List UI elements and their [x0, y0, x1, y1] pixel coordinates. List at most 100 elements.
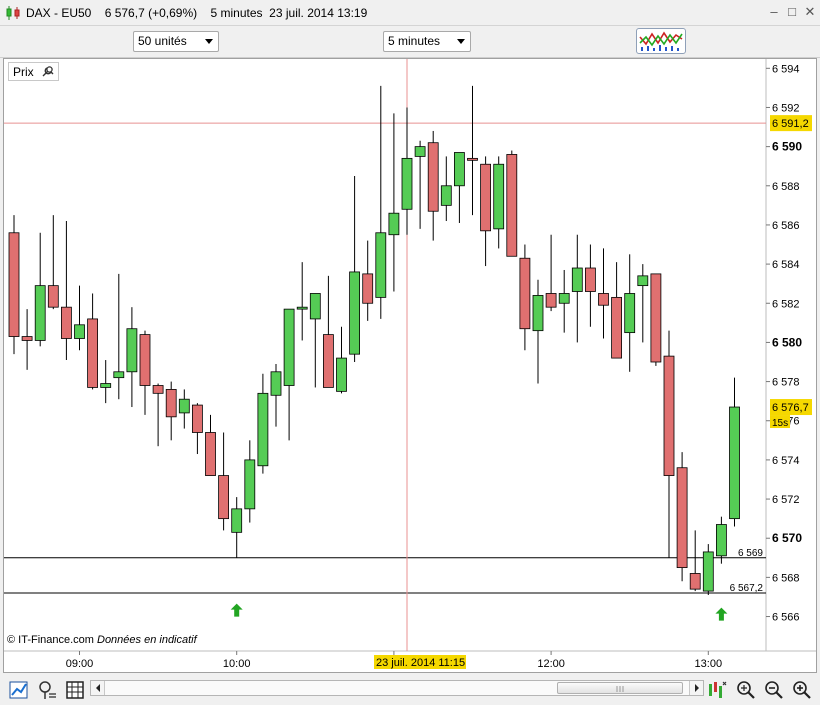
units-select-value: 50 unités: [138, 34, 187, 48]
interval-select[interactable]: 5 minutes: [383, 31, 471, 52]
candle-down[interactable]: [427, 142, 439, 212]
x-tick-label: 12:00: [537, 658, 565, 670]
indicators-button[interactable]: [636, 28, 686, 54]
candle-up[interactable]: [244, 459, 256, 510]
minimize-icon[interactable]: –: [766, 4, 782, 20]
candle-up[interactable]: [74, 324, 85, 339]
price-chart-panel[interactable]: 6 594 6 592 6 590 6 588 6 586 6 584 6 582 6 580…: [3, 58, 817, 673]
interval-label: 5 minutes: [210, 6, 263, 20]
candle-up[interactable]: [388, 212, 400, 236]
toolbar: 50 unités 5 minutes: [0, 26, 820, 58]
candle-up[interactable]: [453, 152, 465, 187]
candle-up[interactable]: [493, 163, 505, 230]
candle-down[interactable]: [205, 432, 216, 476]
candle-up[interactable]: [414, 146, 426, 157]
candle-up[interactable]: [729, 406, 740, 520]
candle-up[interactable]: [401, 157, 413, 210]
candle-down[interactable]: [152, 385, 164, 394]
zoom-in-icon[interactable]: [790, 679, 812, 701]
window-title: DAX - EU50 6 576,7 (+0,69%) 5 minutes 23…: [26, 6, 367, 20]
candle-down[interactable]: [322, 334, 334, 388]
zoom-reset-icon[interactable]: [734, 679, 756, 701]
candle-down[interactable]: [165, 389, 177, 418]
candle-up[interactable]: [257, 392, 269, 467]
candle-down[interactable]: [663, 355, 675, 476]
candle-up[interactable]: [440, 185, 452, 206]
panel-label-button[interactable]: Prix: [8, 62, 60, 81]
candle-up[interactable]: [283, 308, 295, 386]
chevron-down-icon: [205, 39, 213, 44]
candle-down[interactable]: [467, 157, 478, 161]
last-price-badge: 6 576,7: [770, 399, 812, 416]
candle-down[interactable]: [139, 334, 151, 386]
y-tick-label: 6 566: [772, 612, 800, 624]
candle-up[interactable]: [100, 383, 112, 388]
candle-up[interactable]: [126, 328, 138, 373]
candle-down[interactable]: [8, 232, 20, 337]
candle-up[interactable]: [113, 371, 125, 379]
grip-icon: [616, 686, 624, 692]
candle-down[interactable]: [47, 285, 59, 308]
y-tick-label: 6 584: [772, 259, 800, 271]
buy-signal-arrow-icon: [715, 607, 728, 621]
candle-down[interactable]: [61, 306, 72, 339]
y-tick-label: 6 594: [772, 63, 800, 75]
y-tick-label: 6 568: [772, 572, 800, 584]
y-tick-label: 6 592: [772, 102, 800, 114]
candle-down[interactable]: [191, 404, 203, 433]
candle-down[interactable]: [545, 293, 557, 308]
candle-up[interactable]: [270, 371, 282, 396]
candle-down[interactable]: [585, 267, 596, 292]
candle-up[interactable]: [571, 267, 583, 292]
candle-up[interactable]: [375, 232, 387, 298]
candle-up[interactable]: [349, 271, 361, 355]
x-tick-label: 10:00: [223, 658, 251, 670]
grid-icon[interactable]: [64, 679, 86, 701]
candle-up[interactable]: [34, 285, 46, 341]
candle-down[interactable]: [650, 273, 662, 363]
candle-up[interactable]: [716, 524, 727, 557]
scroll-right-button[interactable]: [689, 681, 703, 695]
autoscale-icon[interactable]: [8, 679, 30, 701]
zoom-fit-icon[interactable]: [706, 679, 728, 701]
horizontal-scrollbar[interactable]: [90, 680, 704, 696]
candle-down[interactable]: [519, 257, 531, 330]
candle-down[interactable]: [21, 336, 33, 341]
candle-down[interactable]: [87, 318, 98, 388]
y-tick-label: 6 570: [772, 531, 802, 545]
candlestick-chart[interactable]: 6 594 6 592 6 590 6 588 6 586 6 584 6 582 6 580…: [4, 59, 816, 672]
y-tick-label: 6 588: [772, 181, 800, 193]
candle-up[interactable]: [309, 293, 321, 320]
candle-up[interactable]: [178, 398, 190, 414]
zoom-out-icon[interactable]: [762, 679, 784, 701]
chevron-right-icon: [695, 684, 699, 692]
candlestick-app-icon: [6, 6, 20, 20]
y-tick-label: 6 578: [772, 377, 800, 389]
candle-up[interactable]: [637, 275, 649, 287]
indicator-chart-icon: [639, 31, 683, 51]
candle-up[interactable]: [231, 508, 243, 533]
candle-up[interactable]: [624, 293, 636, 334]
chevron-left-icon: [96, 684, 100, 692]
candle-down[interactable]: [480, 163, 492, 232]
candle-down[interactable]: [676, 467, 688, 568]
maximize-icon[interactable]: □: [784, 4, 800, 20]
scroll-left-button[interactable]: [91, 681, 105, 695]
panel-label: Prix: [13, 65, 34, 79]
candle-down[interactable]: [506, 154, 518, 257]
candle-down[interactable]: [598, 293, 609, 306]
crosshair-cursor-icon[interactable]: [36, 679, 58, 701]
candle-down[interactable]: [362, 273, 374, 304]
candle-down[interactable]: [218, 475, 230, 520]
candle-up[interactable]: [702, 551, 714, 592]
candle-up[interactable]: [296, 306, 308, 310]
candle-up[interactable]: [558, 293, 570, 304]
close-icon[interactable]: ✕: [802, 4, 818, 20]
candle-up[interactable]: [336, 357, 347, 392]
scroll-thumb[interactable]: [557, 682, 683, 694]
candle-up[interactable]: [532, 295, 544, 332]
support-line-label: 6 569: [738, 548, 763, 559]
units-select[interactable]: 50 unités: [133, 31, 219, 52]
candle-down[interactable]: [611, 296, 622, 359]
candle-down[interactable]: [689, 573, 701, 590]
